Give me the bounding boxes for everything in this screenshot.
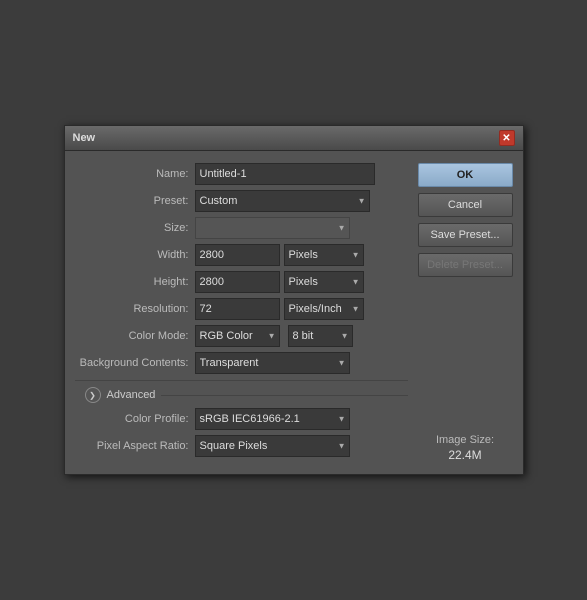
- bg-label: Background Contents:: [75, 357, 195, 369]
- dialog-title: New: [73, 132, 96, 144]
- divider: [75, 380, 408, 381]
- size-label: Size:: [75, 222, 195, 234]
- bg-select[interactable]: Transparent White Background Color: [195, 352, 350, 374]
- preset-select[interactable]: Custom: [195, 190, 370, 212]
- resolution-input[interactable]: [195, 298, 280, 320]
- name-row: Name:: [75, 163, 408, 185]
- color-mode-select[interactable]: RGB Color Grayscale CMYK Color: [195, 325, 280, 347]
- height-unit-select[interactable]: Pixels Inches cm: [284, 271, 364, 293]
- resolution-row: Resolution: Pixels/Inch Pixels/cm: [75, 298, 408, 320]
- height-input[interactable]: [195, 271, 280, 293]
- width-input[interactable]: [195, 244, 280, 266]
- advanced-label: Advanced: [107, 389, 156, 401]
- height-label: Height:: [75, 276, 195, 288]
- width-unit-select[interactable]: Pixels Inches cm: [284, 244, 364, 266]
- resolution-unit-select[interactable]: Pixels/Inch Pixels/cm: [284, 298, 364, 320]
- new-document-dialog: New ✕ Name: Preset: Custom Size:: [64, 125, 524, 475]
- size-input[interactable]: [195, 217, 350, 239]
- color-profile-label: Color Profile:: [75, 413, 195, 425]
- bit-depth-select[interactable]: 8 bit 16 bit 32 bit: [288, 325, 353, 347]
- preset-label: Preset:: [75, 195, 195, 207]
- delete-preset-button[interactable]: Delete Preset...: [418, 253, 513, 277]
- right-panel: OK Cancel Save Preset... Delete Preset..…: [418, 163, 513, 462]
- advanced-row: ❯ Advanced: [75, 387, 408, 403]
- name-input[interactable]: [195, 163, 375, 185]
- width-label: Width:: [75, 249, 195, 261]
- image-size-section: Image Size: 22.4M: [418, 414, 513, 462]
- bg-row: Background Contents: Transparent White B…: [75, 352, 408, 374]
- advanced-line: [161, 395, 407, 396]
- width-row: Width: Pixels Inches cm: [75, 244, 408, 266]
- close-button[interactable]: ✕: [499, 130, 515, 146]
- image-size-label: Image Size:: [418, 434, 513, 446]
- size-row: Size:: [75, 217, 408, 239]
- height-row: Height: Pixels Inches cm: [75, 271, 408, 293]
- pixel-aspect-row: Pixel Aspect Ratio: Square Pixels D1/DV …: [75, 435, 408, 457]
- dialog-body: Name: Preset: Custom Size:: [65, 151, 523, 474]
- form-panel: Name: Preset: Custom Size:: [75, 163, 408, 462]
- ok-button[interactable]: OK: [418, 163, 513, 187]
- image-size-value: 22.4M: [418, 448, 513, 462]
- save-preset-button[interactable]: Save Preset...: [418, 223, 513, 247]
- preset-row: Preset: Custom: [75, 190, 408, 212]
- color-profile-select[interactable]: sRGB IEC61966-2.1 Adobe RGB (1998): [195, 408, 350, 430]
- color-profile-row: Color Profile: sRGB IEC61966-2.1 Adobe R…: [75, 408, 408, 430]
- color-mode-row: Color Mode: RGB Color Grayscale CMYK Col…: [75, 325, 408, 347]
- cancel-button[interactable]: Cancel: [418, 193, 513, 217]
- title-bar: New ✕: [65, 126, 523, 151]
- name-label: Name:: [75, 168, 195, 180]
- resolution-label: Resolution:: [75, 303, 195, 315]
- advanced-toggle[interactable]: ❯: [85, 387, 101, 403]
- pixel-aspect-label: Pixel Aspect Ratio:: [75, 440, 195, 452]
- pixel-aspect-select[interactable]: Square Pixels D1/DV NTSC (0.91): [195, 435, 350, 457]
- color-mode-label: Color Mode:: [75, 330, 195, 342]
